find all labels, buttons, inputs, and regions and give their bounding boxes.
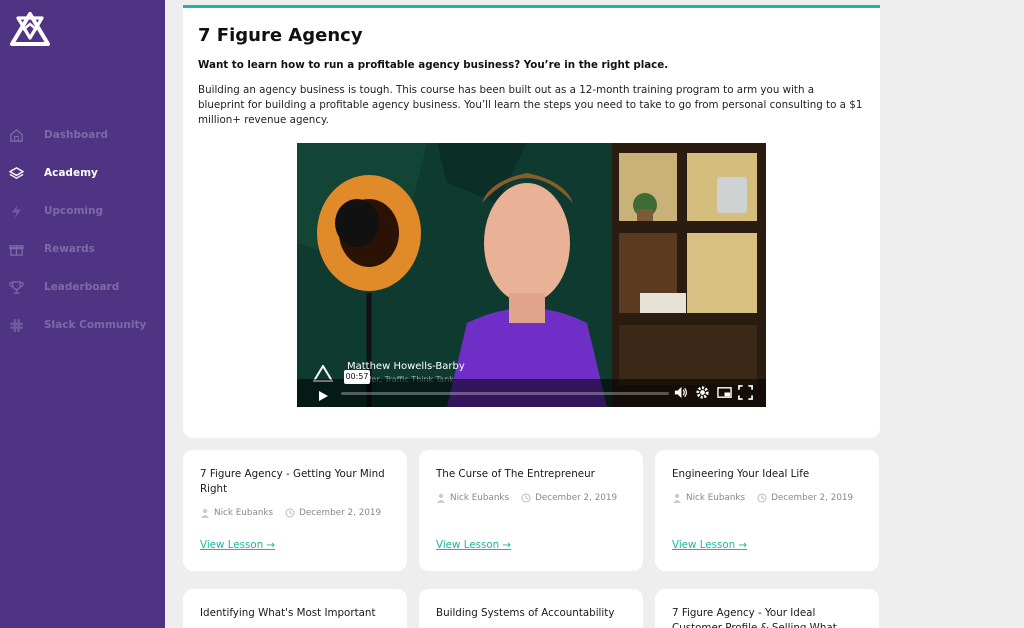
lesson-title: 7 Figure Agency - Getting Your Mind Righ… (200, 468, 385, 495)
lightning-icon (9, 204, 24, 219)
lesson-card[interactable]: 7 Figure Agency - Your Ideal Customer Pr… (655, 589, 879, 628)
layers-icon (9, 166, 24, 181)
sidebar-item-slack-community[interactable]: Slack Community (0, 306, 165, 344)
lesson-card[interactable]: Engineering Your Ideal Life Nick Eubanks… (655, 450, 879, 571)
sidebar-item-label: Upcoming (44, 205, 104, 217)
sidebar-item-label: Slack Community (44, 319, 147, 331)
picture-in-picture-icon[interactable] (717, 385, 732, 400)
sidebar-item-upcoming[interactable]: Upcoming (0, 192, 165, 230)
sidebar: Dashboard Academy Upcoming Rewards Leade… (0, 0, 165, 628)
lesson-meta: Nick Eubanks December 2, 2019 (436, 493, 617, 503)
lesson-meta: Nick Eubanks December 2, 2019 (200, 508, 381, 518)
lesson-date: December 2, 2019 (299, 508, 382, 518)
lesson-author: Nick Eubanks (450, 493, 510, 503)
lesson-title: Identifying What's Most Important (200, 607, 376, 619)
video-time-badge: 00:57 (344, 370, 370, 384)
sidebar-item-label: Rewards (44, 243, 95, 255)
clock-icon (285, 508, 295, 518)
sidebar-item-leaderboard[interactable]: Leaderboard (0, 268, 165, 306)
trophy-icon (9, 280, 24, 295)
sidebar-item-label: Dashboard (44, 129, 109, 141)
gift-icon (9, 242, 24, 257)
sidebar-nav: Dashboard Academy Upcoming Rewards Leade… (0, 116, 165, 344)
play-icon[interactable] (317, 387, 329, 401)
slack-icon (9, 318, 24, 333)
lesson-author: Nick Eubanks (214, 508, 274, 518)
user-icon (201, 508, 209, 518)
lesson-date: December 2, 2019 (771, 493, 854, 503)
lesson-meta: Nick Eubanks December 2, 2019 (672, 493, 853, 503)
sidebar-item-rewards[interactable]: Rewards (0, 230, 165, 268)
view-lesson-link[interactable]: View Lesson → (672, 539, 747, 551)
clock-icon (757, 493, 767, 503)
lesson-card[interactable]: Building Systems of Accountability (419, 589, 643, 628)
sidebar-item-academy[interactable]: Academy (0, 154, 165, 192)
lesson-title: The Curse of The Entrepreneur (436, 468, 595, 480)
video-progress-bar[interactable] (341, 392, 669, 395)
course-description: Building an agency business is tough. Th… (198, 84, 863, 126)
sidebar-item-label: Leaderboard (44, 281, 120, 293)
fullscreen-icon[interactable] (738, 385, 753, 400)
lesson-card[interactable]: Identifying What's Most Important (183, 589, 407, 628)
clock-icon (521, 493, 531, 503)
view-lesson-link[interactable]: View Lesson → (200, 539, 275, 551)
course-card: 7 Figure Agency Want to learn how to run… (183, 5, 880, 438)
settings-gear-icon[interactable] (695, 385, 710, 400)
lesson-author: Nick Eubanks (686, 493, 746, 503)
lesson-card[interactable]: 7 Figure Agency - Getting Your Mind Righ… (183, 450, 407, 571)
brand-logo-icon[interactable] (10, 12, 50, 48)
lesson-title: Engineering Your Ideal Life (672, 468, 810, 480)
lesson-title: Building Systems of Accountability (436, 607, 615, 619)
sidebar-item-dashboard[interactable]: Dashboard (0, 116, 165, 154)
home-icon (9, 128, 24, 143)
lesson-card[interactable]: The Curse of The Entrepreneur Nick Euban… (419, 450, 643, 571)
view-lesson-link[interactable]: View Lesson → (436, 539, 511, 551)
video-player[interactable]: Matthew Howells-Barby Founder, Traffic T… (297, 143, 766, 407)
course-title: 7 Figure Agency (198, 25, 363, 46)
user-icon (673, 493, 681, 503)
sidebar-item-label: Academy (44, 167, 98, 179)
lesson-date: December 2, 2019 (535, 493, 618, 503)
lesson-title: 7 Figure Agency - Your Ideal Customer Pr… (672, 607, 837, 628)
course-subtitle: Want to learn how to run a profitable ag… (198, 59, 669, 71)
user-icon (437, 493, 445, 503)
volume-icon[interactable] (673, 385, 688, 400)
